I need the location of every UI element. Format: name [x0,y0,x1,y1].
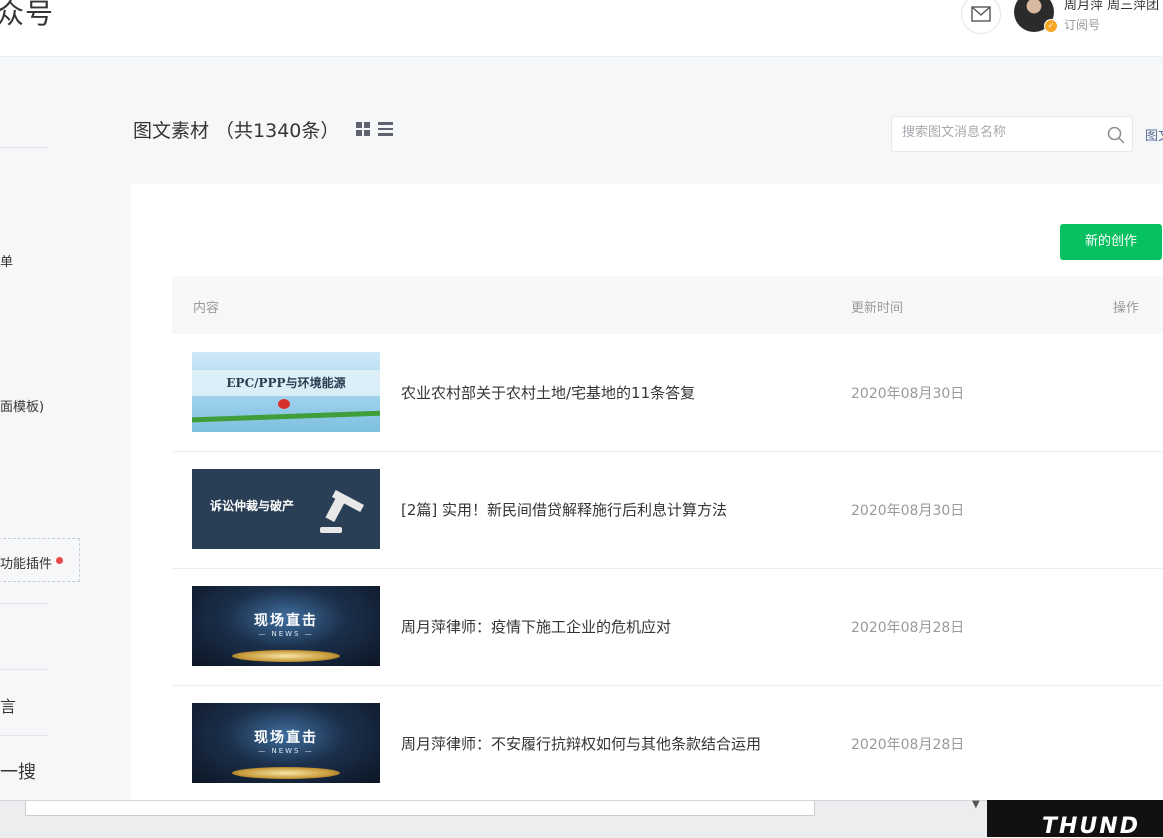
account-type: 订阅号 [1064,18,1101,32]
verified-badge-icon: ✓ [1044,19,1058,33]
notice-dot [56,557,63,564]
scroll-down-icon[interactable]: ▼ [972,799,980,810]
top-bar: 众号 ✓ 周月萍 周三萍团 订阅号 [0,0,1163,57]
article-link[interactable]: 图文 [1145,125,1163,144]
account-name[interactable]: 周月萍 周三萍团 [1064,0,1159,13]
corner-image: THUND [987,800,1163,837]
article-date: 2020年08月28日 [851,737,965,753]
article-title[interactable]: [2篇] 实用！新民间借贷解释施行后利息计算方法 [401,499,727,520]
article-thumbnail[interactable]: EPC/PPP与环境能源 [192,352,380,432]
table-row[interactable]: 诉讼仲裁与破产 [2篇] 实用！新民间借贷解释施行后利息计算方法 2020年08… [172,451,1163,569]
search-input[interactable] [902,125,1097,140]
column-content: 内容 [193,301,220,316]
thumbnail-text: EPC/PPP与环境能源 [226,376,346,390]
thumbnail-subtext: — NEWS — [258,630,314,638]
sidebar-item-template[interactable]: 面模板) [0,396,44,415]
search-box [891,116,1133,152]
list-view-icon[interactable] [378,122,393,136]
article-date: 2020年08月30日 [851,503,965,519]
article-thumbnail[interactable]: 诉讼仲裁与破产 [192,469,380,549]
column-updated: 更新时间 [851,301,904,316]
page-title: 图文素材 （共1340条） [133,120,340,142]
sidebar-divider [0,147,48,148]
mail-button[interactable] [961,0,1001,34]
article-thumbnail[interactable]: 现场直击 — NEWS — [192,703,380,783]
article-title[interactable]: 周月萍律师：不安履行抗辩权如何与其他条款结合运用 [401,733,761,754]
article-date: 2020年08月28日 [851,620,965,636]
new-creation-button[interactable]: 新的创作 [1060,224,1162,260]
search-icon[interactable] [1107,126,1125,144]
thumbnail-text: 现场直击 [254,613,318,629]
bottom-overlay-bar: ▼ [0,799,987,838]
sidebar-item-message[interactable]: 言 [0,693,16,717]
article-thumbnail[interactable]: 现场直击 — NEWS — [192,586,380,666]
article-title[interactable]: 农业农村部关于农村土地/宅基地的11条答复 [401,382,695,403]
sidebar-item-search[interactable]: 一搜 [0,758,36,784]
sidebar-item-menu[interactable]: 单 [0,251,13,270]
sidebar-divider [0,735,48,736]
bottom-input[interactable] [25,801,815,816]
brand-title: 众号 [0,0,55,30]
mail-icon [971,6,991,22]
table-row[interactable]: 现场直击 — NEWS — 周月萍律师：不安履行抗辩权如何与其他条款结合运用 2… [172,685,1163,802]
thumbnail-text: 现场直击 [254,730,318,746]
article-date: 2020年08月30日 [851,386,965,402]
article-title[interactable]: 周月萍律师：疫情下施工企业的危机应对 [401,616,671,637]
sidebar-item-plugin[interactable]: 功能插件 [0,553,52,572]
sidebar-divider [0,603,48,604]
thumbnail-text: 诉讼仲裁与破产 [210,499,295,513]
table-header: 内容 更新时间 操作 [172,276,1163,334]
table-row[interactable]: 现场直击 — NEWS — 周月萍律师：疫情下施工企业的危机应对 2020年08… [172,568,1163,686]
table-row[interactable]: EPC/PPP与环境能源 农业农村部关于农村土地/宅基地的11条答复 2020年… [172,334,1163,452]
thumbnail-subtext: — NEWS — [258,747,314,755]
sidebar-divider [0,669,48,670]
grid-view-icon[interactable] [356,122,371,136]
column-actions: 操作 [1113,301,1140,316]
